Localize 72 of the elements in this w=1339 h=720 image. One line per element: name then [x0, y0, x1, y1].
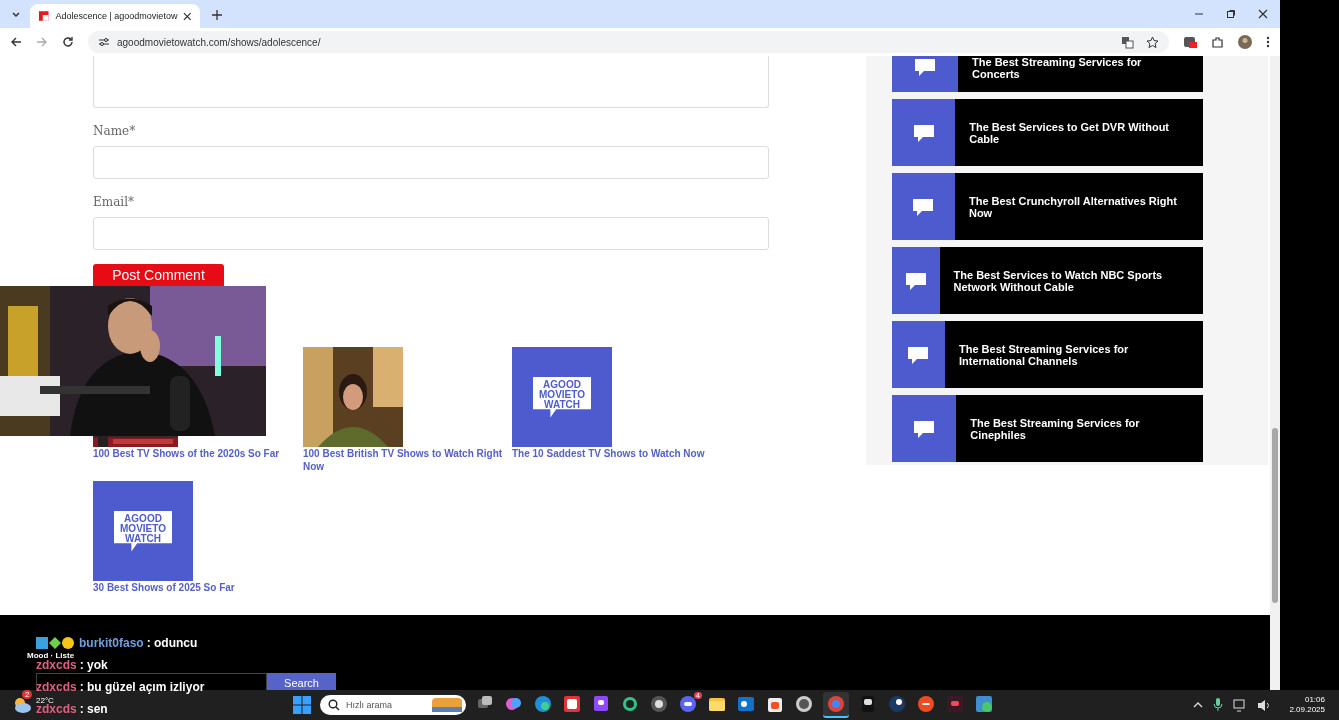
tab-title: Adolescence | agoodmovietow: [55, 11, 178, 21]
mail-icon: [736, 694, 756, 714]
site-settings-icon[interactable]: [98, 36, 110, 48]
puzzle-icon[interactable]: [1211, 35, 1224, 49]
article-card[interactable]: The Best Streaming Services for Concerts: [892, 56, 1203, 92]
badge-icon: [36, 636, 74, 650]
article-link[interactable]: 100 Best TV Shows of the 2020s So Far: [93, 447, 293, 460]
input-field[interactable]: [93, 217, 769, 250]
x-square-icon: [562, 694, 582, 714]
article-link[interactable]: The 10 Saddest TV Shows to Watch Now: [512, 447, 712, 460]
logo-tile[interactable]: AGOOD MOVIETO WATCH: [512, 347, 612, 447]
chat-username: zdxcds: [36, 658, 77, 672]
close-icon[interactable]: [183, 11, 192, 21]
weather-icon[interactable]: [12, 696, 32, 714]
v-square-icon: [945, 694, 965, 714]
chat-username: zdxcds: [36, 680, 77, 694]
site-logo: AGOOD MOVIETO WATCH: [114, 510, 172, 552]
circle-icon: [649, 694, 669, 714]
article-card[interactable]: The Best Services to Get DVR Without Cable: [892, 99, 1203, 166]
clock-time[interactable]: 01:06: [1304, 695, 1325, 705]
chat-message: : yok: [79, 658, 108, 672]
avatar-icon[interactable]: [1238, 35, 1252, 49]
coin-icon: [794, 694, 814, 714]
browser-tab[interactable]: Adolescence | agoodmovietow: [30, 4, 200, 28]
chat-square-icon: [591, 694, 611, 714]
search-icon: [328, 699, 340, 711]
new-tab-icon[interactable]: [212, 10, 222, 20]
article-card[interactable]: The Best Streaming Services for International Channels: [892, 321, 1203, 388]
network-icon[interactable]: [1233, 698, 1248, 712]
field-label: Email*: [93, 195, 135, 209]
post-comment-button[interactable]: Post Comment: [93, 264, 224, 286]
restore-icon[interactable]: [1226, 9, 1236, 19]
scrollbar[interactable]: [1270, 56, 1280, 690]
site-logo: AGOOD MOVIETO WATCH: [533, 376, 591, 418]
chat-message: : sen: [79, 702, 108, 716]
extension-icon[interactable]: [1183, 35, 1197, 49]
menu-icon[interactable]: [1266, 36, 1270, 48]
volume-icon[interactable]: [1257, 698, 1272, 712]
close-icon[interactable]: [1258, 9, 1268, 19]
ring-icon: [620, 694, 640, 714]
reload-icon[interactable]: [62, 36, 74, 48]
temperature-label: 22°C: [36, 696, 54, 705]
logo-icon: [914, 56, 936, 78]
landscape-icon: [432, 698, 462, 712]
comment-field[interactable]: [93, 56, 769, 108]
chat-message: : bu güzel açım izliyor: [79, 680, 205, 694]
article-card[interactable]: The Best Streaming Services for Cinephiles: [892, 395, 1203, 462]
microphone-icon[interactable]: [1213, 698, 1224, 712]
article-link[interactable]: 30 Best Shows of 2025 So Far: [93, 581, 293, 594]
article-card[interactable]: The Best Services to Watch NBC Sports Network Without Cable: [892, 247, 1203, 314]
chevron-up-icon[interactable]: [1193, 700, 1204, 710]
disc-icon: [916, 694, 936, 714]
translate-icon[interactable]: [1121, 35, 1134, 49]
app-icon: [974, 694, 994, 714]
chat-username: burkit0faso: [79, 636, 144, 650]
logo-tile[interactable]: AGOOD MOVIETO WATCH: [93, 481, 193, 581]
input-field[interactable]: [93, 146, 769, 179]
chat-username: zdxcds: [36, 702, 77, 716]
search-button[interactable]: Search: [267, 673, 336, 690]
overlay-label: Mood · Liste: [27, 651, 75, 660]
article-link[interactable]: 100 Best British TV Shows to Watch Right Now: [303, 447, 503, 473]
star-icon[interactable]: [1146, 35, 1159, 49]
article-card[interactable]: The Best Crunchyroll Alternatives Right Now: [892, 173, 1203, 240]
address-bar[interactable]: agoodmovietowatch.com/shows/adolescence/: [88, 31, 1169, 53]
field-label: Name*: [93, 124, 137, 138]
back-icon[interactable]: [10, 36, 22, 48]
start-icon[interactable]: [293, 696, 311, 714]
clock-date[interactable]: 2.09.2025: [1289, 705, 1325, 715]
taskbar-app[interactable]: [823, 692, 849, 718]
chat-message: : oduncu: [146, 636, 198, 650]
favicon-icon: [38, 10, 50, 22]
notification-badge: 2: [22, 690, 33, 699]
